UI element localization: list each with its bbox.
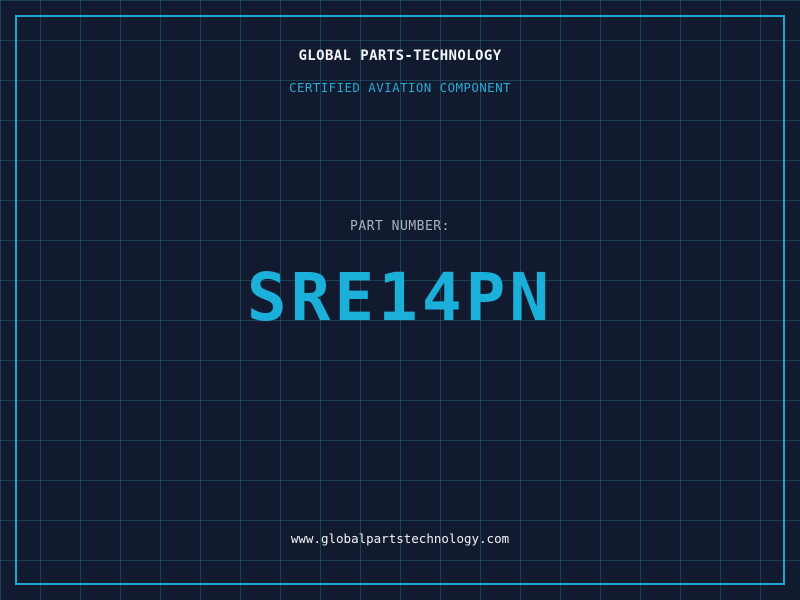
tagline: CERTIFIED AVIATION COMPONENT <box>289 80 511 95</box>
website-url: www.globalpartstechnology.com <box>290 531 510 546</box>
part-number-label: PART NUMBER: <box>350 219 450 234</box>
brand-name: GLOBAL PARTS-TECHNOLOGY <box>298 48 502 64</box>
part-number-value: SRE14PN <box>246 259 554 336</box>
